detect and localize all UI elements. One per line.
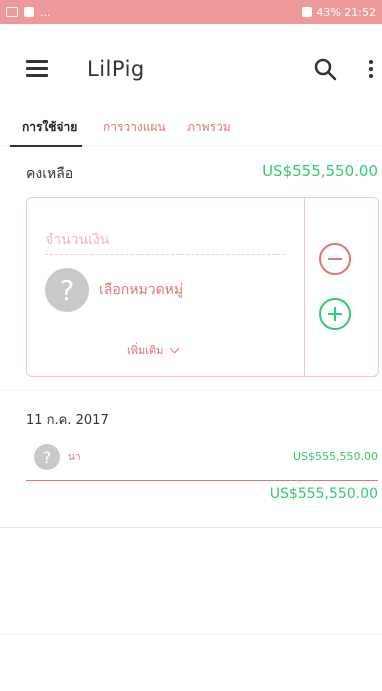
transaction-amount: US$555,550.00	[292, 450, 378, 463]
balance-label: คงเหลือ	[26, 166, 74, 182]
more-vertical-icon[interactable]	[362, 58, 380, 80]
status-right: 43% 21:52	[302, 6, 376, 19]
question-mark-icon: ?	[45, 268, 89, 312]
chevron-down-icon	[169, 343, 180, 353]
tab-spending[interactable]: การใช้จ่าย	[22, 118, 77, 137]
section-divider	[0, 634, 382, 635]
day-total-divider	[26, 480, 378, 481]
transaction-label: นา	[68, 452, 81, 463]
section-divider	[0, 390, 382, 391]
transaction-row[interactable]: ? นา US$555,550.00	[26, 440, 378, 474]
signal-icon	[302, 7, 313, 17]
status-time: 43% 21:52	[316, 5, 376, 19]
card-divider	[304, 198, 305, 376]
day-header: 11 ก.ค. 2017	[26, 413, 109, 428]
tab-bar: การใช้จ่าย การวางแผน ภาพรวม	[0, 112, 382, 147]
app-bar: LilPig	[0, 24, 382, 112]
notification-icon	[24, 7, 34, 17]
question-mark-icon: ?	[34, 444, 60, 470]
amount-input[interactable]	[45, 225, 285, 255]
tab-overview[interactable]: ภาพรวม	[187, 118, 231, 137]
income-button[interactable]	[319, 298, 351, 330]
status-bar: ... 43% 21:52	[0, 0, 382, 24]
more-options-label: เพิ่มเติม	[127, 344, 164, 357]
tab-indicator	[10, 145, 82, 147]
search-icon[interactable]	[313, 57, 337, 81]
expense-button[interactable]	[319, 243, 351, 275]
status-left: ...	[6, 6, 51, 19]
day-total: US$555,550.00	[269, 486, 378, 502]
app-title: LilPig	[87, 57, 145, 81]
tab-planning[interactable]: การวางแผน	[103, 118, 166, 137]
category-select[interactable]: ? เลือกหมวดหมู่	[45, 268, 183, 312]
more-notifications-text: ...	[40, 5, 51, 19]
entry-card: ? เลือกหมวดหมู่ เพิ่มเติม	[26, 197, 379, 377]
menu-icon[interactable]	[26, 60, 48, 77]
more-options-toggle[interactable]: เพิ่มเติม	[127, 341, 180, 359]
gallery-icon	[6, 7, 18, 17]
section-divider	[0, 527, 382, 528]
category-label: เลือกหมวดหมู่	[99, 282, 184, 298]
balance-value: US$555,550.00	[262, 162, 378, 180]
